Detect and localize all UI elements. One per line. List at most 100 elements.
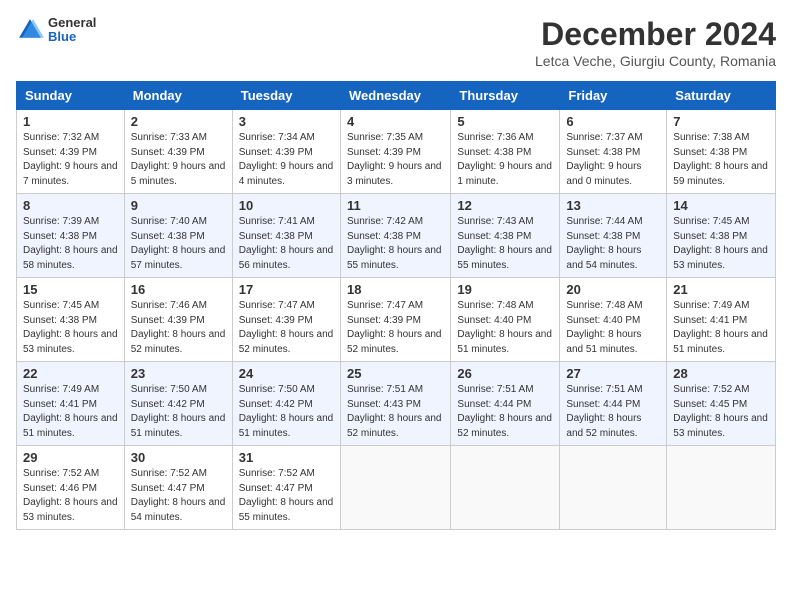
- title-area: December 2024 Letca Veche, Giurgiu Count…: [535, 16, 776, 69]
- day-info: Sunrise: 7:41 AMSunset: 4:38 PMDaylight:…: [239, 215, 334, 273]
- day-info: Sunrise: 7:42 AMSunset: 4:38 PMDaylight:…: [347, 215, 444, 273]
- calendar-cell: 14 Sunrise: 7:45 AMSunset: 4:38 PMDayligh…: [667, 194, 776, 278]
- calendar-week-row: 29Sunrise: 7:52 AMSunset: 4:46 PMDayligh…: [17, 446, 776, 530]
- calendar-cell: 2Sunrise: 7:33 AMSunset: 4:39 PMDaylight…: [124, 110, 232, 194]
- logo-text: General Blue: [48, 16, 96, 45]
- day-info: Sunrise: 7:49 AMSunset: 4:41 PMDaylight:…: [23, 383, 118, 441]
- day-number: 23: [131, 366, 226, 381]
- day-info: Sunrise: 7:32 AMSunset: 4:39 PMDaylight:…: [23, 131, 118, 189]
- day-number: 3: [239, 114, 334, 129]
- day-info: Sunrise: 7:43 AMSunset: 4:38 PMDaylight:…: [457, 215, 553, 273]
- day-info: Sunrise: 7:51 AMSunset: 4:43 PMDaylight:…: [347, 383, 444, 441]
- column-header-tuesday: Tuesday: [232, 82, 340, 110]
- logo-blue: Blue: [48, 30, 96, 44]
- day-number: 11: [347, 198, 444, 213]
- day-info: Sunrise: 7:52 AMSunset: 4:47 PMDaylight:…: [239, 467, 334, 525]
- page-header: General Blue December 2024 Letca Veche, …: [16, 16, 776, 69]
- day-number: 17: [239, 282, 334, 297]
- logo: General Blue: [16, 16, 96, 45]
- day-info: Sunrise: 7:36 AMSunset: 4:38 PMDaylight:…: [457, 131, 553, 189]
- calendar-cell: 12 Sunrise: 7:43 AMSunset: 4:38 PMDayligh…: [451, 194, 560, 278]
- calendar-cell: 21Sunrise: 7:49 AMSunset: 4:41 PMDayligh…: [667, 278, 776, 362]
- day-number: 19: [457, 282, 553, 297]
- day-number: 14: [673, 198, 769, 213]
- calendar-cell: [667, 446, 776, 530]
- calendar-cell: 3 Sunrise: 7:34 AMSunset: 4:39 PMDaylight…: [232, 110, 340, 194]
- day-info: Sunrise: 7:45 AMSunset: 4:38 PMDaylight:…: [23, 299, 118, 357]
- calendar-cell: 17 Sunrise: 7:47 AMSunset: 4:39 PMDayligh…: [232, 278, 340, 362]
- calendar-cell: 26 Sunrise: 7:51 AMSunset: 4:44 PMDayligh…: [451, 362, 560, 446]
- calendar-cell: 27 Sunrise: 7:51 AMSunset: 4:44 PMDayligh…: [560, 362, 667, 446]
- day-number: 6: [566, 114, 660, 129]
- day-info: Sunrise: 7:38 AMSunset: 4:38 PMDaylight:…: [673, 131, 769, 189]
- calendar-cell: 8 Sunrise: 7:39 AMSunset: 4:38 PMDaylight…: [17, 194, 125, 278]
- calendar-cell: [451, 446, 560, 530]
- day-info: Sunrise: 7:40 AMSunset: 4:38 PMDaylight:…: [131, 215, 226, 273]
- calendar-cell: 9 Sunrise: 7:40 AMSunset: 4:38 PMDaylight…: [124, 194, 232, 278]
- day-number: 25: [347, 366, 444, 381]
- calendar-cell: 30 Sunrise: 7:52 AMSunset: 4:47 PMDayligh…: [124, 446, 232, 530]
- calendar-cell: 6Sunrise: 7:37 AMSunset: 4:38 PMDaylight…: [560, 110, 667, 194]
- day-number: 5: [457, 114, 553, 129]
- calendar-cell: 25 Sunrise: 7:51 AMSunset: 4:43 PMDayligh…: [340, 362, 450, 446]
- day-number: 24: [239, 366, 334, 381]
- day-number: 22: [23, 366, 118, 381]
- day-number: 9: [131, 198, 226, 213]
- calendar-cell: 20 Sunrise: 7:48 AMSunset: 4:40 PMDayligh…: [560, 278, 667, 362]
- day-number: 26: [457, 366, 553, 381]
- column-header-sunday: Sunday: [17, 82, 125, 110]
- day-info: Sunrise: 7:46 AMSunset: 4:39 PMDaylight:…: [131, 299, 226, 357]
- day-number: 28: [673, 366, 769, 381]
- day-number: 7: [673, 114, 769, 129]
- column-header-friday: Friday: [560, 82, 667, 110]
- calendar-cell: 31Sunrise: 7:52 AMSunset: 4:47 PMDayligh…: [232, 446, 340, 530]
- day-info: Sunrise: 7:52 AMSunset: 4:45 PMDaylight:…: [673, 383, 769, 441]
- day-info: Sunrise: 7:45 AMSunset: 4:38 PMDaylight:…: [673, 215, 769, 273]
- day-info: Sunrise: 7:34 AMSunset: 4:39 PMDaylight:…: [239, 131, 334, 189]
- day-number: 13: [566, 198, 660, 213]
- calendar-cell: 29Sunrise: 7:52 AMSunset: 4:46 PMDayligh…: [17, 446, 125, 530]
- calendar-cell: 19 Sunrise: 7:48 AMSunset: 4:40 PMDayligh…: [451, 278, 560, 362]
- calendar-cell: [340, 446, 450, 530]
- day-info: Sunrise: 7:39 AMSunset: 4:38 PMDaylight:…: [23, 215, 118, 273]
- day-info: Sunrise: 7:52 AMSunset: 4:47 PMDaylight:…: [131, 467, 226, 525]
- calendar-week-row: 1Sunrise: 7:32 AMSunset: 4:39 PMDaylight…: [17, 110, 776, 194]
- day-info: Sunrise: 7:51 AMSunset: 4:44 PMDaylight:…: [566, 383, 660, 441]
- day-info: Sunrise: 7:47 AMSunset: 4:39 PMDaylight:…: [347, 299, 444, 357]
- calendar-cell: 24 Sunrise: 7:50 AMSunset: 4:42 PMDayligh…: [232, 362, 340, 446]
- day-number: 2: [131, 114, 226, 129]
- logo-general: General: [48, 16, 96, 30]
- calendar-cell: 11 Sunrise: 7:42 AMSunset: 4:38 PMDayligh…: [340, 194, 450, 278]
- calendar-cell: 4Sunrise: 7:35 AMSunset: 4:39 PMDaylight…: [340, 110, 450, 194]
- calendar-week-row: 8 Sunrise: 7:39 AMSunset: 4:38 PMDaylight…: [17, 194, 776, 278]
- day-info: Sunrise: 7:51 AMSunset: 4:44 PMDaylight:…: [457, 383, 553, 441]
- calendar-cell: 15 Sunrise: 7:45 AMSunset: 4:38 PMDayligh…: [17, 278, 125, 362]
- calendar-cell: 10 Sunrise: 7:41 AMSunset: 4:38 PMDayligh…: [232, 194, 340, 278]
- calendar-cell: 13 Sunrise: 7:44 AMSunset: 4:38 PMDayligh…: [560, 194, 667, 278]
- day-number: 16: [131, 282, 226, 297]
- day-number: 8: [23, 198, 118, 213]
- day-info: Sunrise: 7:48 AMSunset: 4:40 PMDaylight:…: [566, 299, 660, 357]
- day-number: 20: [566, 282, 660, 297]
- day-number: 27: [566, 366, 660, 381]
- calendar-cell: 28 Sunrise: 7:52 AMSunset: 4:45 PMDayligh…: [667, 362, 776, 446]
- calendar-cell: 5 Sunrise: 7:36 AMSunset: 4:38 PMDaylight…: [451, 110, 560, 194]
- calendar-cell: 18 Sunrise: 7:47 AMSunset: 4:39 PMDayligh…: [340, 278, 450, 362]
- calendar-cell: 7 Sunrise: 7:38 AMSunset: 4:38 PMDaylight…: [667, 110, 776, 194]
- calendar-cell: 22 Sunrise: 7:49 AMSunset: 4:41 PMDayligh…: [17, 362, 125, 446]
- calendar-header-row: SundayMondayTuesdayWednesdayThursdayFrid…: [17, 82, 776, 110]
- day-number: 29: [23, 450, 118, 465]
- day-info: Sunrise: 7:48 AMSunset: 4:40 PMDaylight:…: [457, 299, 553, 357]
- day-number: 10: [239, 198, 334, 213]
- day-info: Sunrise: 7:44 AMSunset: 4:38 PMDaylight:…: [566, 215, 660, 273]
- calendar-week-row: 15 Sunrise: 7:45 AMSunset: 4:38 PMDayligh…: [17, 278, 776, 362]
- column-header-monday: Monday: [124, 82, 232, 110]
- calendar-cell: 1Sunrise: 7:32 AMSunset: 4:39 PMDaylight…: [17, 110, 125, 194]
- day-number: 12: [457, 198, 553, 213]
- calendar-table: SundayMondayTuesdayWednesdayThursdayFrid…: [16, 81, 776, 530]
- day-number: 30: [131, 450, 226, 465]
- day-info: Sunrise: 7:47 AMSunset: 4:39 PMDaylight:…: [239, 299, 334, 357]
- day-number: 15: [23, 282, 118, 297]
- day-info: Sunrise: 7:50 AMSunset: 4:42 PMDaylight:…: [239, 383, 334, 441]
- day-number: 18: [347, 282, 444, 297]
